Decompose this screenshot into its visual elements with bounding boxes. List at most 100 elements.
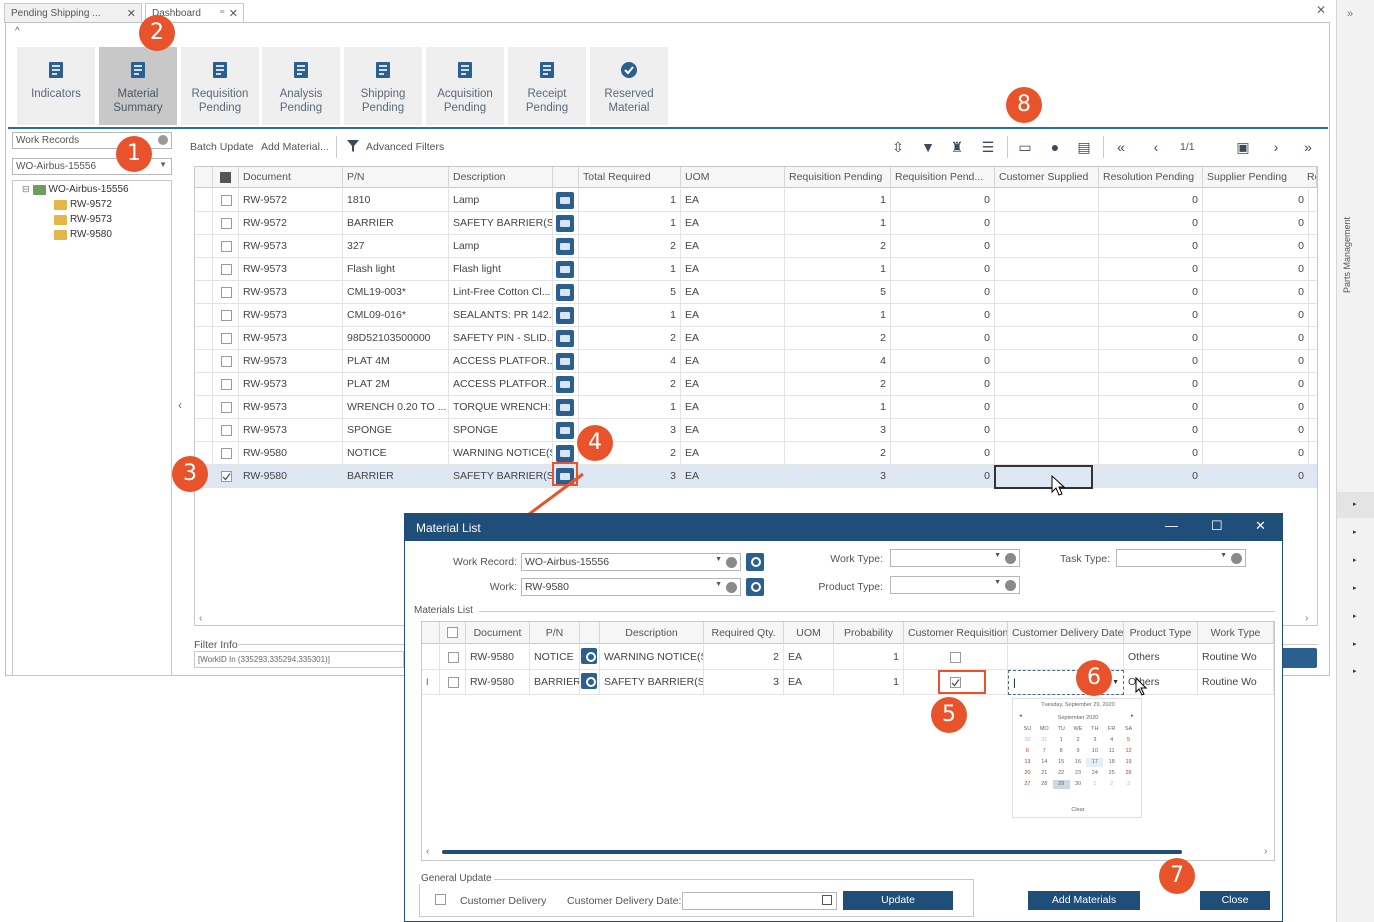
cell-customer-supplied[interactable] bbox=[995, 373, 1099, 396]
row-checkbox-cell[interactable] bbox=[213, 350, 239, 373]
row-checkbox-cell[interactable] bbox=[440, 645, 466, 670]
add-materials-button[interactable]: Add Materials bbox=[1028, 891, 1140, 910]
column-header-customer-supplied[interactable]: Customer Supplied bbox=[995, 167, 1099, 188]
cell-customer-supplied[interactable] bbox=[995, 258, 1099, 281]
calendar-day[interactable]: 13 bbox=[1019, 758, 1036, 767]
table-row[interactable]: RW-9580 NOTICE WARNING NOTICE(S) 2 EA 2 0 0 0 bbox=[195, 442, 1317, 465]
row-checkbox[interactable] bbox=[221, 264, 232, 275]
update-button[interactable]: Update bbox=[843, 891, 953, 910]
table-row[interactable]: RW-9572 1810 Lamp 1 EA 1 0 0 0 bbox=[195, 189, 1317, 212]
header-select-all[interactable] bbox=[213, 167, 239, 188]
table-row[interactable]: RW-9573 PLAT 2M ACCESS PLATFOR... 2 EA 2 0 0 0 bbox=[195, 373, 1317, 396]
chevron-down-icon[interactable]: ▼ bbox=[159, 160, 167, 169]
work-type-field[interactable]: ▼ bbox=[890, 549, 1020, 567]
row-checkbox[interactable] bbox=[448, 677, 459, 688]
table-row[interactable]: RW-9580 BARRIER SAFETY BARRIER(S) 3 EA 3 0 0 0 bbox=[195, 465, 1317, 488]
row-checkbox[interactable] bbox=[221, 195, 232, 206]
filter-toggle-icon[interactable]: ▼ bbox=[920, 139, 936, 155]
table-row[interactable]: RW-9573 CML19-003* Lint-Free Cotton Cl... 5… bbox=[195, 281, 1317, 304]
ribbon-analysis-pending-button[interactable]: Analysis Pending bbox=[262, 47, 340, 125]
batch-update-button[interactable]: Batch Update bbox=[190, 141, 254, 153]
side-expand-icon[interactable]: ▸ bbox=[1353, 640, 1357, 648]
calendar-day[interactable]: 1 bbox=[1086, 780, 1103, 789]
table-row[interactable]: RW-9573 327 Lamp 2 EA 2 0 0 0 bbox=[195, 235, 1317, 258]
cell-customer-supplied[interactable] bbox=[995, 212, 1099, 235]
ribbon-reserved-material-button[interactable]: Reserved Material bbox=[590, 47, 668, 125]
row-checkbox[interactable] bbox=[221, 310, 232, 321]
advanced-filters-button[interactable]: Advanced Filters bbox=[366, 141, 444, 153]
ribbon-shipping-pending-button[interactable]: Shipping Pending bbox=[344, 47, 422, 125]
row-checkbox[interactable] bbox=[221, 471, 232, 482]
next-page-icon[interactable]: › bbox=[1268, 139, 1284, 155]
row-checkbox[interactable] bbox=[221, 333, 232, 344]
calendar-day[interactable]: 19 bbox=[1120, 758, 1137, 767]
tree-item-rw-9572[interactable]: RW-9572 bbox=[54, 199, 112, 210]
task-type-field[interactable]: ▼ bbox=[1116, 549, 1246, 567]
ribbon-acquisition-pending-button[interactable]: Acquisition Pending bbox=[426, 47, 504, 125]
calendar-day[interactable]: 22 bbox=[1053, 769, 1070, 778]
header-select-all[interactable] bbox=[440, 622, 466, 644]
row-checkbox-cell[interactable] bbox=[213, 212, 239, 235]
clear-icon[interactable] bbox=[726, 582, 737, 593]
table-row[interactable]: RW-9573 PLAT 4M ACCESS PLATFOR... 4 EA 4 0 0 0 bbox=[195, 350, 1317, 373]
clear-icon[interactable] bbox=[1005, 553, 1016, 564]
open-document-icon[interactable] bbox=[556, 353, 574, 370]
customer-requisition-checkbox[interactable] bbox=[950, 652, 961, 663]
work-field[interactable]: RW-9580 ▼ bbox=[521, 578, 741, 596]
column-header-uom[interactable]: UOM bbox=[784, 622, 834, 644]
customer-delivery-date-field[interactable] bbox=[682, 892, 837, 910]
calendar-day[interactable]: 2 bbox=[1103, 780, 1120, 789]
scroll-left-icon[interactable]: ‹ bbox=[426, 846, 429, 857]
open-document-icon[interactable] bbox=[556, 284, 574, 301]
cell-customer-supplied[interactable] bbox=[995, 281, 1099, 304]
cell-customer-supplied[interactable] bbox=[995, 304, 1099, 327]
search-icon[interactable] bbox=[746, 553, 764, 571]
column-header-supplier-pending[interactable]: Supplier Pending bbox=[1203, 167, 1309, 188]
open-document-icon[interactable] bbox=[556, 445, 574, 462]
calendar-day[interactable]: 12 bbox=[1120, 747, 1137, 756]
calendar-day[interactable]: 23 bbox=[1070, 769, 1087, 778]
row-checkbox-cell[interactable] bbox=[213, 258, 239, 281]
calendar-day[interactable]: 11 bbox=[1103, 747, 1120, 756]
open-document-icon[interactable] bbox=[556, 307, 574, 324]
column-header-pn[interactable]: P/N bbox=[343, 167, 449, 188]
row-checkbox[interactable] bbox=[221, 287, 232, 298]
tree-item-rw-9580[interactable]: RW-9580 bbox=[54, 229, 112, 240]
print-icon[interactable]: ▤ bbox=[1076, 139, 1092, 155]
row-checkbox[interactable] bbox=[221, 218, 232, 229]
collapse-left-panel-icon[interactable]: ‹ bbox=[178, 398, 182, 412]
pin-icon[interactable]: ⁼ bbox=[219, 7, 225, 20]
open-document-icon[interactable] bbox=[556, 215, 574, 232]
cell-customer-supplied[interactable] bbox=[995, 419, 1099, 442]
column-header-probability[interactable]: Probability bbox=[834, 622, 904, 644]
row-checkbox[interactable] bbox=[221, 402, 232, 413]
clear-icon[interactable] bbox=[158, 135, 168, 145]
side-expand-icon[interactable]: ▸ bbox=[1353, 667, 1357, 675]
row-checkbox[interactable] bbox=[448, 652, 459, 663]
calendar-day[interactable]: 8 bbox=[1053, 747, 1070, 756]
calendar-day[interactable]: 30 bbox=[1019, 736, 1036, 745]
column-header-document[interactable]: Document bbox=[239, 167, 343, 188]
calendar-day[interactable]: 30 bbox=[1070, 780, 1087, 789]
calendar-day[interactable]: 29 bbox=[1052, 780, 1070, 789]
first-page-icon[interactable]: « bbox=[1113, 139, 1129, 155]
calendar-day[interactable]: 3 bbox=[1086, 736, 1103, 745]
calendar-day[interactable]: 16 bbox=[1070, 758, 1087, 767]
calendar-day[interactable]: 27 bbox=[1019, 780, 1036, 789]
expand-side-icon[interactable]: » bbox=[1347, 8, 1353, 20]
chevron-down-icon[interactable]: ▼ bbox=[715, 556, 722, 563]
open-document-icon[interactable] bbox=[556, 261, 574, 278]
link-icon[interactable]: ▭ bbox=[1017, 139, 1033, 155]
ribbon-receipt-pending-button[interactable]: Receipt Pending bbox=[508, 47, 586, 125]
column-header-requisition-pending[interactable]: Requisition Pending bbox=[785, 167, 891, 188]
search-icon[interactable] bbox=[581, 673, 597, 689]
open-document-icon[interactable] bbox=[556, 399, 574, 416]
row-checkbox[interactable] bbox=[221, 379, 232, 390]
table-row[interactable]: RW-9573 SPONGE SPONGE 3 EA 3 0 0 0 bbox=[195, 419, 1317, 442]
ribbon-material-summary-button[interactable]: Material Summary bbox=[99, 47, 177, 125]
chevron-down-icon[interactable]: ▼ bbox=[994, 552, 1001, 559]
cell-customer-supplied[interactable] bbox=[995, 350, 1099, 373]
chevron-down-icon[interactable]: ▼ bbox=[715, 581, 722, 588]
column-chooser-icon[interactable]: ⇳ bbox=[890, 139, 906, 155]
chevron-down-icon[interactable]: ▼ bbox=[1112, 679, 1119, 686]
